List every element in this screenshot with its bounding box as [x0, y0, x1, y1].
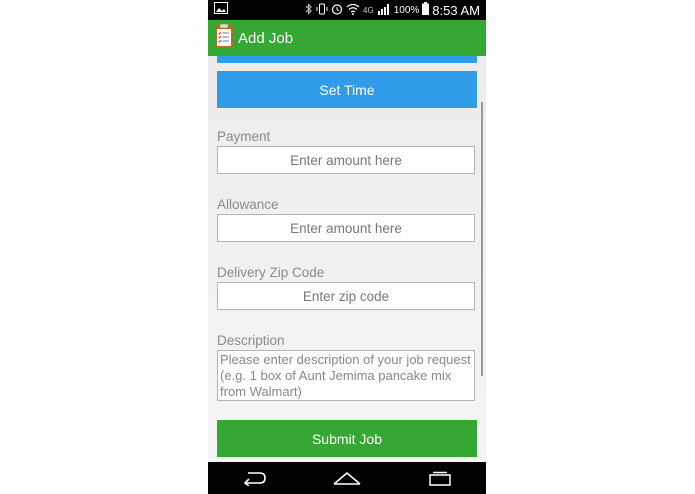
alarm-icon: [331, 3, 343, 18]
clock: 8:53 AM: [432, 2, 480, 18]
back-icon[interactable]: [240, 470, 268, 486]
allowance-label: Allowance: [217, 197, 279, 212]
bluetooth-icon: [305, 2, 313, 18]
scrollbar[interactable]: [481, 102, 483, 376]
payment-label: Payment: [217, 129, 271, 144]
clipboard-checklist-icon[interactable]: [214, 23, 234, 54]
submit-job-button[interactable]: Submit Job: [217, 420, 477, 457]
phone-screen: 4G 100% 8:53 AM Add Job Set Time Payment…: [208, 0, 486, 494]
status-bar: 4G 100% 8:53 AM: [208, 0, 486, 20]
wifi-icon: [346, 3, 360, 18]
payment-input[interactable]: Enter amount here: [217, 146, 475, 174]
description-input[interactable]: Please enter description of your job req…: [217, 350, 475, 401]
recent-apps-icon[interactable]: [426, 470, 454, 486]
zip-code-label: Delivery Zip Code: [217, 265, 325, 280]
zip-code-input[interactable]: Enter zip code: [217, 282, 475, 310]
gallery-notification-icon: [214, 1, 228, 19]
navigation-bar: [208, 462, 486, 494]
battery-icon: [422, 2, 430, 18]
description-label: Description: [217, 333, 285, 348]
signal-icon: [377, 3, 391, 18]
form-content: Set Time Payment Enter amount here Allow…: [208, 56, 486, 462]
set-time-button[interactable]: Set Time: [217, 71, 477, 108]
app-bar: Add Job: [208, 20, 486, 56]
home-icon[interactable]: [332, 470, 362, 486]
battery-percent: 100%: [393, 4, 420, 16]
app-title: Add Job: [238, 29, 294, 47]
network-type: 4G: [363, 5, 374, 15]
set-date-button-partial[interactable]: [217, 56, 477, 63]
vibrate-icon: [316, 3, 328, 18]
allowance-input[interactable]: Enter amount here: [217, 214, 475, 242]
